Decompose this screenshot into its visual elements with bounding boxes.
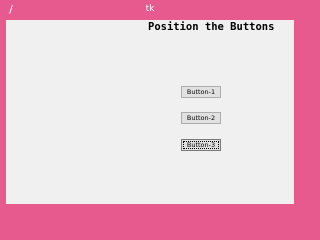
window-client-area: Position the Buttons Button-1 Button-2 B… <box>6 20 294 204</box>
button-3[interactable]: Button-3 <box>181 139 221 151</box>
button-1[interactable]: Button-1 <box>181 86 221 98</box>
button-2[interactable]: Button-2 <box>181 112 221 124</box>
page-title: Position the Buttons <box>148 21 275 33</box>
window-title: tk <box>145 4 155 14</box>
title-bar[interactable]: / tk <box>0 0 300 20</box>
